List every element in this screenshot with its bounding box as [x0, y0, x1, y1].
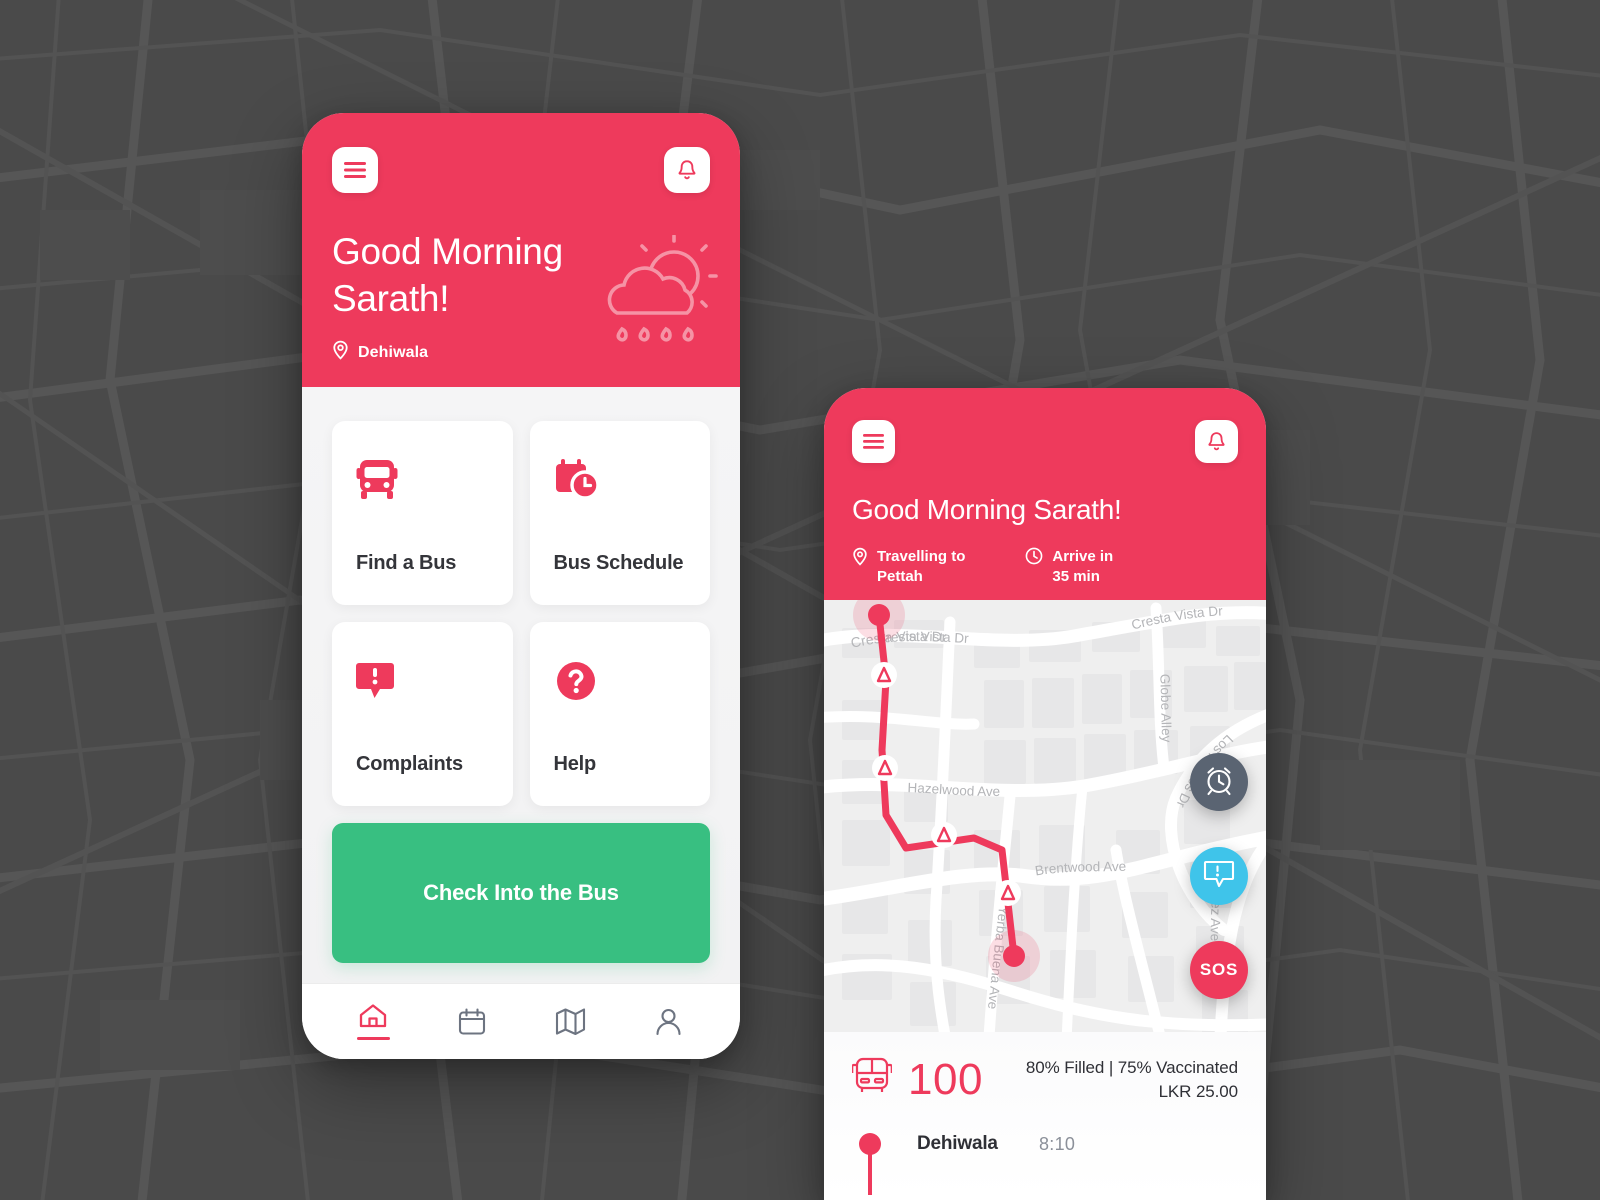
tile-complaints[interactable]: Complaints	[332, 622, 513, 806]
hamburger-menu-icon[interactable]	[852, 420, 895, 463]
bottom-navigation	[302, 983, 740, 1059]
tile-label: Bus Schedule	[553, 552, 684, 574]
street-label-globe-alley: Globe Alley	[1157, 674, 1174, 743]
bus-fare: LKR 25.00	[1158, 1081, 1239, 1101]
fab-complaint[interactable]	[1190, 847, 1248, 905]
arrive-in-value: 35 min	[1052, 568, 1100, 586]
fab-sos[interactable]: SOS	[1190, 941, 1248, 999]
stop-time: 8:10	[1039, 1133, 1076, 1154]
stop-name: Dehiwala	[917, 1133, 998, 1154]
nav-active-indicator	[356, 1037, 390, 1040]
travelling-to-info: Travelling to Pettah	[852, 547, 965, 588]
bus-icon	[356, 451, 489, 509]
travelling-to-label: Travelling to	[877, 547, 966, 565]
tile-find-a-bus[interactable]: Find a Bus	[332, 421, 513, 605]
nav-item-map[interactable]	[540, 1007, 600, 1036]
page-title: Good Morning Sarath!	[332, 229, 602, 322]
bus-stats: 80% Filled | 75% Vaccinated LKR 25.00	[1026, 1058, 1238, 1102]
route-map[interactable]: Cresta Vista Dr Cresta Vista Dr Cresta V…	[824, 600, 1266, 1032]
home-header-bar	[332, 147, 710, 193]
trip-meta: Travelling to Pettah Arrive in 35 min	[852, 547, 1238, 588]
alarm-clock-icon	[1203, 764, 1235, 801]
home-header: Good Morning Sarath! Dehiwala	[302, 113, 740, 387]
bus-identity: 100	[851, 1054, 983, 1104]
quick-action-grid: Find a Bus Bus Schedule Complaints Help	[332, 421, 710, 806]
arrival-info: Arrive in 35 min	[1025, 547, 1113, 588]
nav-item-profile[interactable]	[639, 1007, 699, 1036]
fab-alarm-clock[interactable]	[1190, 753, 1248, 811]
background-map-texture	[0, 0, 1600, 1200]
bell-icon[interactable]	[664, 147, 710, 193]
bus-front-icon	[851, 1056, 893, 1103]
check-into-the-bus-button[interactable]: Check Into the Bus	[332, 823, 710, 963]
nav-item-schedule[interactable]	[442, 1007, 502, 1037]
arrive-in-label: Arrive in	[1052, 547, 1114, 565]
home-screen-phone: Good Morning Sarath! Dehiwala Find a Bus…	[302, 113, 740, 1059]
home-body: Find a Bus Bus Schedule Complaints Help …	[302, 387, 740, 983]
sun-cloud-rain-icon	[592, 234, 718, 358]
complaint-bubble-icon	[1203, 859, 1235, 894]
bus-info-panel: 100 80% Filled | 75% Vaccinated LKR 25.0…	[824, 1032, 1266, 1200]
tile-label: Find a Bus	[356, 552, 457, 574]
tile-label: Complaints	[356, 753, 463, 775]
stop-list: Dehiwala 8:10	[852, 1133, 1238, 1155]
bell-icon[interactable]	[1195, 420, 1238, 463]
bus-summary-row: 100 80% Filled | 75% Vaccinated LKR 25.0…	[851, 1054, 1238, 1104]
bus-number: 100	[908, 1054, 983, 1104]
location-pin-icon	[332, 340, 349, 365]
tile-label: Help	[553, 753, 597, 775]
hamburger-menu-icon[interactable]	[332, 147, 378, 193]
greeting-line-2: Sarath!	[332, 277, 450, 319]
tile-bus-schedule[interactable]: Bus Schedule	[529, 421, 710, 605]
location-label: Dehiwala	[358, 343, 429, 361]
complaint-bubble-icon	[356, 652, 489, 710]
nav-item-home[interactable]	[343, 1003, 403, 1040]
calendar-clock-icon	[554, 451, 687, 509]
greeting-line-1: Good Morning	[332, 231, 563, 272]
tracking-header-bar	[852, 420, 1238, 463]
question-mark-circle-icon	[554, 652, 687, 710]
stop-row[interactable]: Dehiwala 8:10	[852, 1133, 1238, 1155]
tracking-header: Good Morning Sarath! Travelling to Petta…	[824, 388, 1266, 600]
travelling-to-value: Pettah	[877, 568, 923, 586]
tile-help[interactable]: Help	[529, 622, 710, 806]
clock-icon	[1025, 547, 1043, 570]
tracking-screen-phone: Good Morning Sarath! Travelling to Petta…	[824, 388, 1266, 1200]
stop-marker-icon	[859, 1133, 881, 1155]
location-pin-icon	[852, 547, 868, 571]
page-title: Good Morning Sarath!	[852, 494, 1122, 525]
bus-occupancy: 80% Filled | 75% Vaccinated	[1025, 1057, 1238, 1077]
